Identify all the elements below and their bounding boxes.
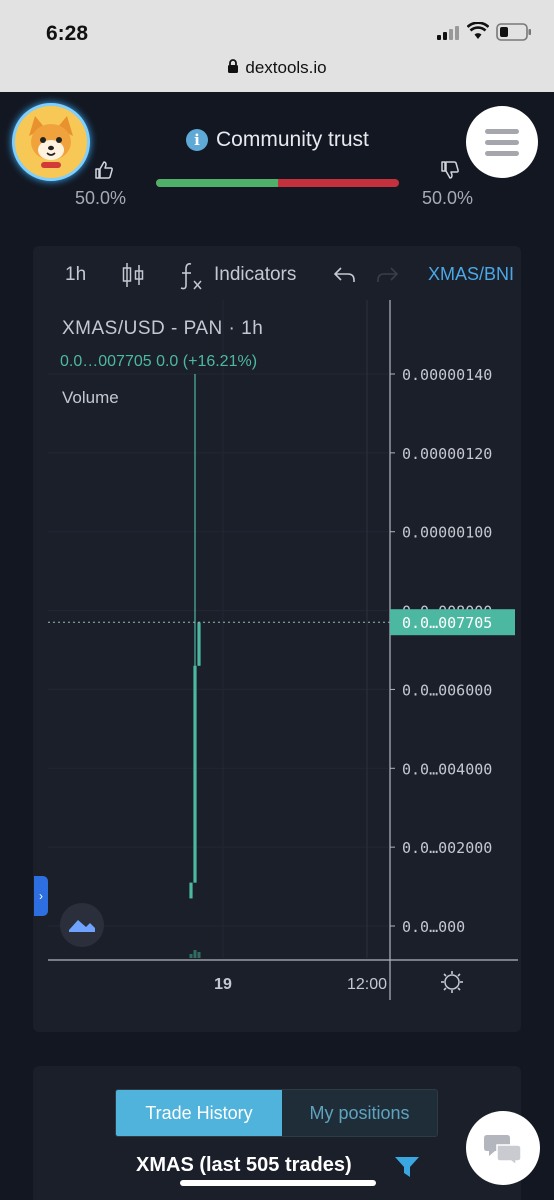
chart-legend-price: 0.0…007705 0.0 (+16.21%) xyxy=(60,353,258,370)
volume-bar xyxy=(197,952,201,958)
chat-button[interactable] xyxy=(466,1111,540,1185)
y-tick-label: 0.00000100 xyxy=(402,524,492,542)
x-tick-label: 19 xyxy=(214,976,232,993)
candle-body xyxy=(193,665,197,883)
volume-bar xyxy=(193,950,197,958)
tab-my-positions[interactable]: My positions xyxy=(282,1090,437,1136)
gear-icon xyxy=(457,973,461,977)
chart-legend-volume: Volume xyxy=(62,388,119,407)
gear-icon xyxy=(444,974,460,990)
tradingview-icon xyxy=(69,920,95,932)
x-tick-label: 12:00 xyxy=(347,976,387,993)
y-tick-label: 0.00000120 xyxy=(402,445,492,463)
gear-icon xyxy=(457,987,461,991)
y-tick-label: 0.00000140 xyxy=(402,366,492,384)
gear-icon xyxy=(443,987,447,991)
tab-trade-history[interactable]: Trade History xyxy=(116,1090,282,1136)
candle-body xyxy=(197,622,201,666)
candle-body xyxy=(189,882,193,899)
home-indicator xyxy=(180,1180,376,1186)
chat-bubbles-icon xyxy=(484,1135,522,1165)
filter-icon[interactable] xyxy=(394,1155,420,1179)
volume-bar xyxy=(189,954,193,958)
trades-title: XMAS (last 505 trades) xyxy=(136,1154,352,1176)
y-tick-label: 0.0…000 xyxy=(402,918,465,936)
chart-side-tab-chevron-icon[interactable]: › xyxy=(34,876,48,916)
gear-icon xyxy=(443,973,447,977)
y-tick-label: 0.0…006000 xyxy=(402,681,492,699)
tradingview-logo[interactable] xyxy=(60,903,104,947)
trade-tabs: Trade History My positions xyxy=(115,1089,438,1137)
chart-legend-title: XMAS/USD - PAN · 1h xyxy=(62,318,264,339)
last-price-label: 0.0…007705 xyxy=(402,614,492,632)
y-tick-label: 0.0…002000 xyxy=(402,839,492,857)
y-tick-label: 0.0…004000 xyxy=(402,760,492,778)
price-chart[interactable]: 0.000001400.000001200.000001000.0…008000… xyxy=(0,0,554,1040)
